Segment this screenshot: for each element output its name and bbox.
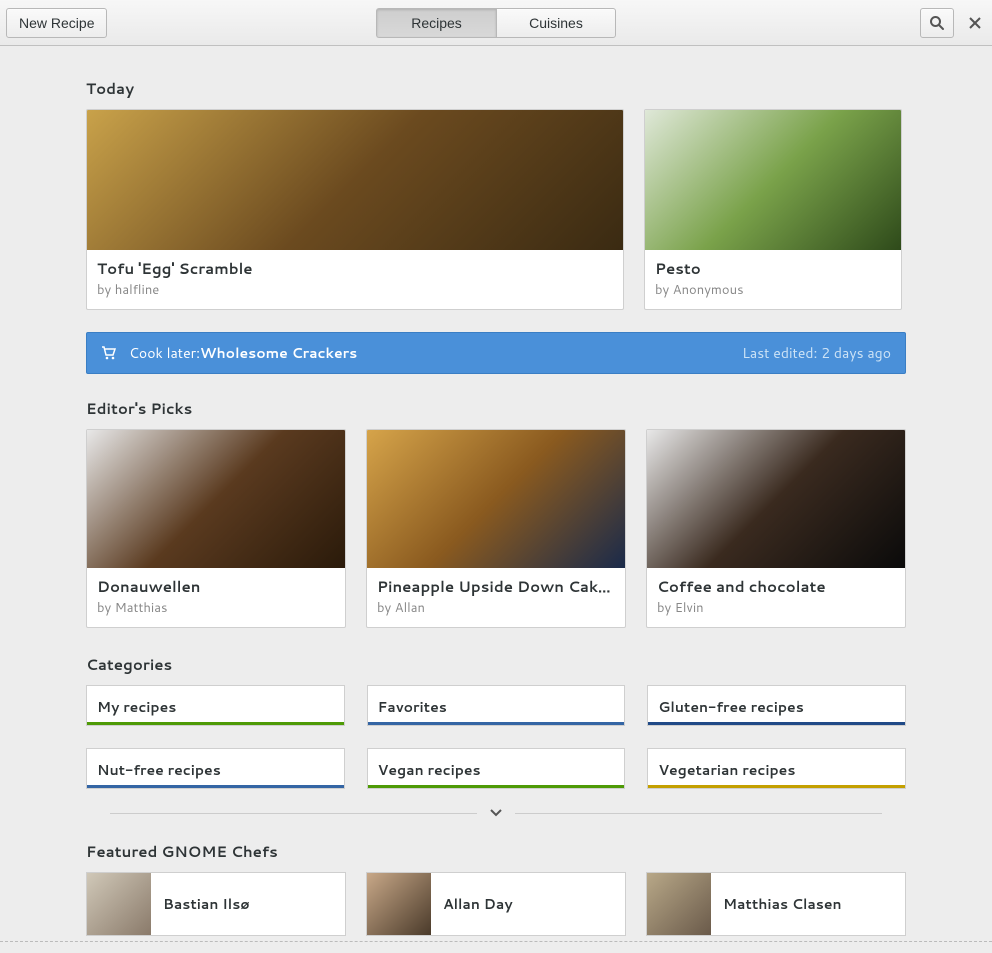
main-content: Today Tofu 'Egg' Scramble by halfline Pe… [0,46,992,936]
category-favorites[interactable]: Favorites [367,685,626,726]
section-picks-title: Editor's Picks [86,398,906,419]
banner-recipe-name: Wholesome Crackers [200,343,357,363]
recipe-image [645,110,901,250]
banner-edited: Last edited: 2 days ago [742,343,891,363]
recipe-card[interactable]: Tofu 'Egg' Scramble by halfline [86,109,624,310]
section-today-title: Today [86,78,906,99]
recipe-title: Pineapple Upside Down Cake … [377,576,615,597]
expand-button[interactable] [489,803,503,823]
recipe-image [87,110,623,250]
picks-row: Donauwellen by Matthias Pineapple Upside… [86,429,906,628]
recipe-card[interactable]: Donauwellen by Matthias [86,429,346,628]
tab-recipes[interactable]: Recipes [376,8,496,38]
cart-icon [101,345,117,361]
recipe-card[interactable]: Pesto by Anonymous [644,109,902,310]
chefs-row: Bastian Ilsø Allan Day Matthias Clasen [86,872,906,936]
recipe-author: by Matthias [97,599,335,617]
chef-name: Allan Day [431,894,513,914]
category-vegan[interactable]: Vegan recipes [367,748,626,789]
section-categories-title: Categories [86,654,906,675]
chef-card[interactable]: Matthias Clasen [646,872,906,936]
tab-cuisines[interactable]: Cuisines [496,8,616,38]
new-recipe-button[interactable]: New Recipe [6,8,107,38]
recipe-title: Donauwellen [97,576,335,597]
avatar [367,873,431,935]
recipe-title: Coffee and chocolate [657,576,895,597]
recipe-author: by halfline [97,281,613,299]
category-gluten-free[interactable]: Gluten-free recipes [647,685,906,726]
search-icon [929,15,945,31]
recipe-author: by Anonymous [655,281,891,299]
recipe-image [647,430,905,568]
chef-card[interactable]: Bastian Ilsø [86,872,346,936]
chevron-down-icon [489,808,503,818]
banner-prefix: Cook later: [129,343,200,363]
recipe-title: Tofu 'Egg' Scramble [97,258,613,279]
recipe-author: by Allan [377,599,615,617]
recipe-author: by Elvin [657,599,895,617]
chef-card[interactable]: Allan Day [366,872,626,936]
today-row: Tofu 'Egg' Scramble by halfline Pesto by… [86,109,906,310]
view-switcher: Recipes Cuisines [376,8,616,38]
category-my-recipes[interactable]: My recipes [86,685,345,726]
recipe-card[interactable]: Coffee and chocolate by Elvin [646,429,906,628]
recipe-image [367,430,625,568]
close-icon [969,17,981,29]
categories-expander [110,803,882,823]
avatar [87,873,151,935]
scroll-cutoff [0,941,992,953]
recipe-image [87,430,345,568]
search-button[interactable] [920,8,954,38]
section-chefs-title: Featured GNOME Chefs [86,841,906,862]
category-nut-free[interactable]: Nut-free recipes [86,748,345,789]
divider [515,813,882,814]
headerbar: New Recipe Recipes Cuisines [0,0,992,46]
cook-later-banner[interactable]: Cook later: Wholesome Crackers Last edit… [86,332,906,374]
close-button[interactable] [964,12,986,34]
category-vegetarian[interactable]: Vegetarian recipes [647,748,906,789]
chef-name: Bastian Ilsø [151,894,250,914]
chef-name: Matthias Clasen [711,894,842,914]
categories-grid: My recipes Favorites Gluten-free recipes… [86,685,906,789]
avatar [647,873,711,935]
recipe-title: Pesto [655,258,891,279]
recipe-card[interactable]: Pineapple Upside Down Cake … by Allan [366,429,626,628]
divider [110,813,477,814]
